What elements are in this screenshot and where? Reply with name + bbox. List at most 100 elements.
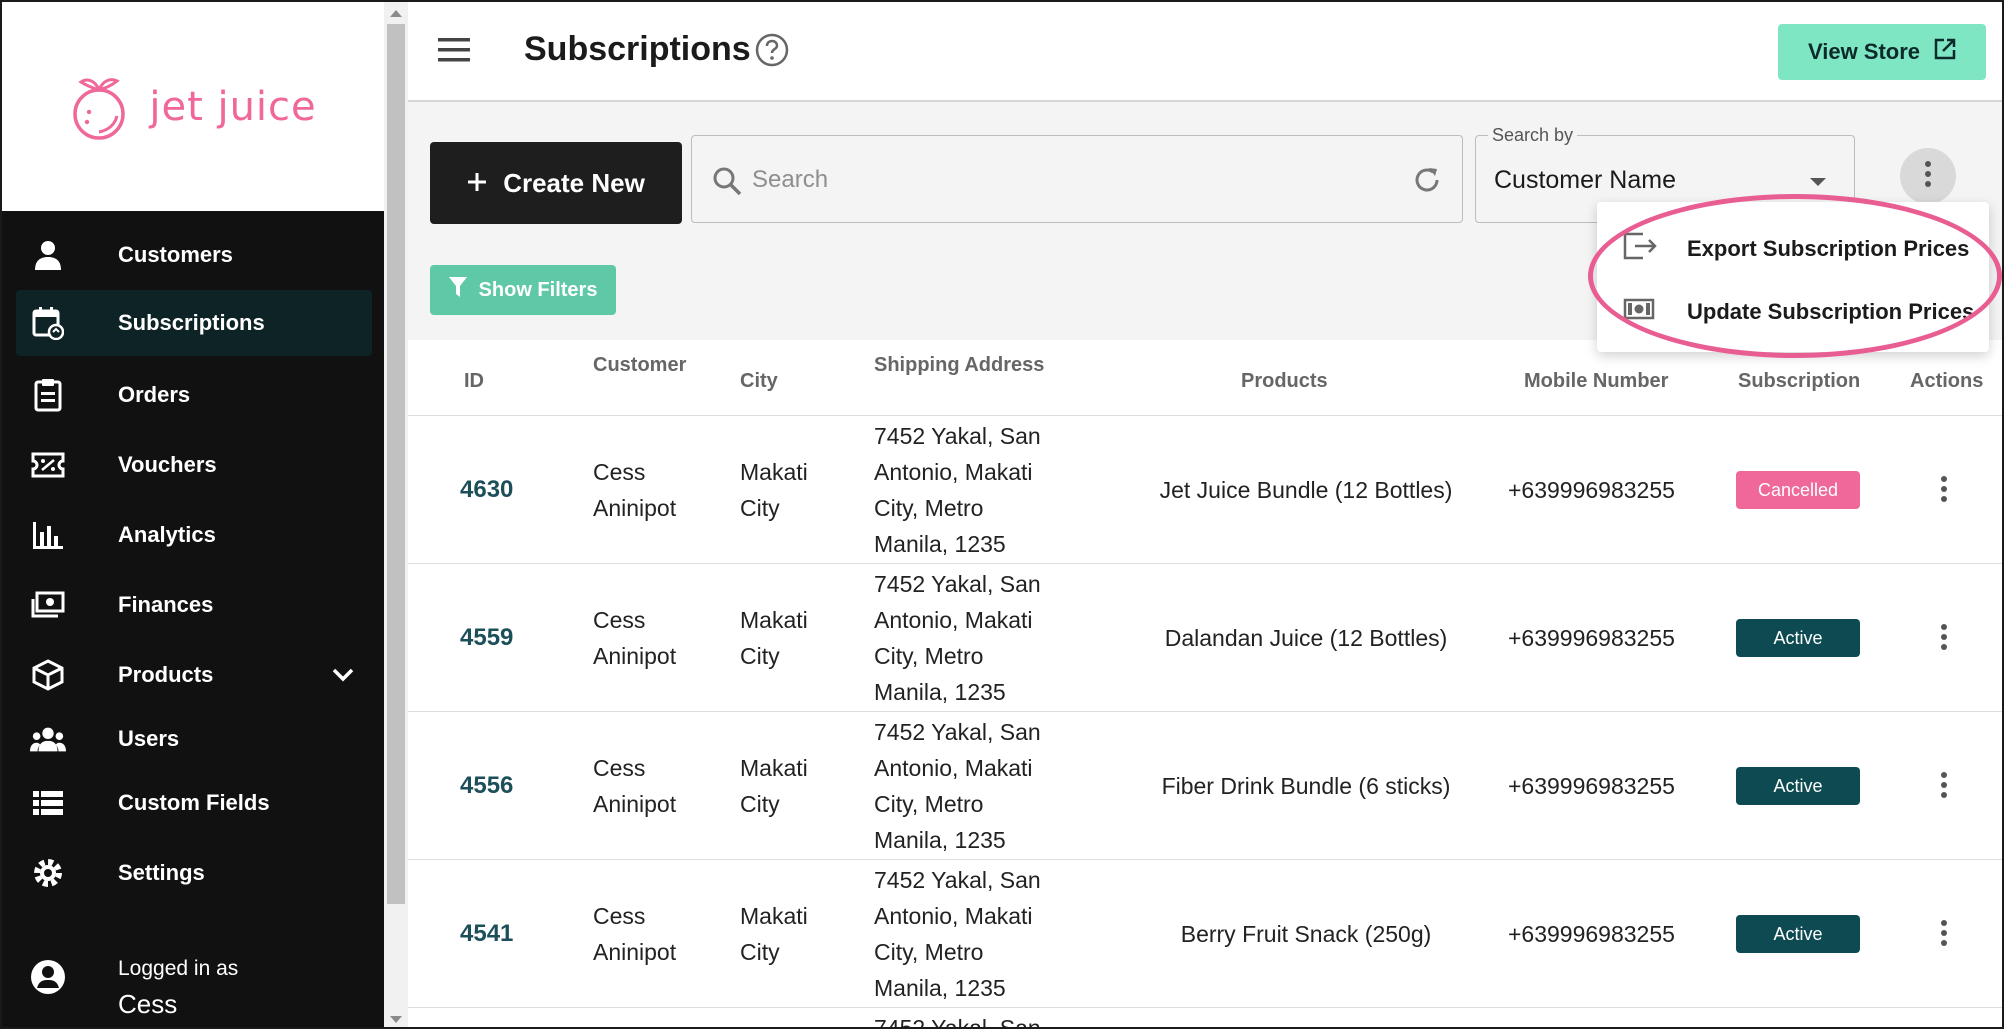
customer-last-name: Aninipot xyxy=(593,643,677,669)
row-actions-kebab-icon[interactable] xyxy=(1940,920,1948,951)
sidebar-item-orders[interactable]: Orders xyxy=(2,360,384,430)
subscription-id-link[interactable]: 4541 xyxy=(460,916,513,952)
external-link-icon xyxy=(1934,38,1956,66)
search-icon xyxy=(712,166,742,201)
city-line-2: City xyxy=(740,939,780,965)
show-filters-label: Show Filters xyxy=(478,278,598,301)
sidebar-item-settings[interactable]: Settings xyxy=(2,838,384,908)
refresh-icon[interactable] xyxy=(1412,165,1442,200)
more-options-button[interactable] xyxy=(1900,148,1956,204)
city-line-1: Makati xyxy=(740,755,808,781)
search-input[interactable] xyxy=(752,160,1392,200)
customer-first-name: Cess xyxy=(593,903,646,929)
logged-in-username: Cess xyxy=(118,989,178,1019)
sidebar-item-analytics[interactable]: Analytics xyxy=(2,500,384,570)
create-new-button[interactable]: Create New xyxy=(430,142,682,224)
sidebar-item-label: Analytics xyxy=(118,522,216,547)
status-badge: Cancelled xyxy=(1736,471,1860,509)
brand-logo[interactable]: jet juice xyxy=(2,2,384,211)
city-line-1: Makati xyxy=(740,459,808,485)
address-line-1: 7452 Yakal, San xyxy=(874,719,1041,745)
column-header-customer[interactable]: Customer xyxy=(593,354,686,377)
customer-last-name: Aninipot xyxy=(593,939,677,965)
filter-icon xyxy=(448,277,467,303)
show-filters-button[interactable]: Show Filters xyxy=(430,265,616,315)
address-line-4: Manila, 1235 xyxy=(874,975,1006,1001)
orange-logo-icon xyxy=(73,77,126,140)
table-row[interactable]: 4630 Cess Aninipot Makati City 7452 Yakal, Sa… xyxy=(408,416,2002,564)
column-header-products[interactable]: Products xyxy=(1241,370,1328,393)
row-actions-kebab-icon[interactable] xyxy=(1940,476,1948,507)
chevron-down-icon[interactable] xyxy=(332,662,354,688)
menu-item-update-prices[interactable]: Update Subscription Prices xyxy=(1597,281,1989,343)
city-line-1: Makati xyxy=(740,903,808,929)
view-store-button[interactable]: View Store xyxy=(1778,24,1986,80)
subscription-id-link[interactable]: 4559 xyxy=(460,620,513,656)
subscription-id-link[interactable]: 4556 xyxy=(460,768,513,804)
mobile-number: +639996983255 xyxy=(1508,921,1675,947)
mobile-number: +639996983255 xyxy=(1508,625,1675,651)
status-badge: Active xyxy=(1736,767,1860,805)
address-line-1: 7452 Yakal, San xyxy=(874,423,1041,449)
logged-in-user[interactable]: Logged in as Cess xyxy=(2,947,384,1027)
sidebar-item-label: Products xyxy=(118,662,214,687)
menu-item-label: Update Subscription Prices xyxy=(1687,299,1975,324)
view-store-label: View Store xyxy=(1807,39,1921,64)
customer-first-name: Cess xyxy=(593,755,646,781)
address-line-4: Manila, 1235 xyxy=(874,531,1006,557)
account-circle-icon xyxy=(30,959,66,1000)
column-header-id[interactable]: ID xyxy=(464,370,484,393)
row-actions-kebab-icon[interactable] xyxy=(1940,772,1948,803)
sidebar-item-finances[interactable]: Finances xyxy=(2,570,384,640)
product-name: Dalandan Juice (12 Bottles) xyxy=(1164,625,1448,651)
group-icon xyxy=(30,721,66,757)
calendar-sync-icon xyxy=(30,305,66,341)
create-new-label: Create New xyxy=(503,167,645,198)
search-field[interactable] xyxy=(691,135,1463,223)
caret-down-icon xyxy=(1810,178,1826,186)
column-header-mobile[interactable]: Mobile Number xyxy=(1524,370,1668,393)
bar-chart-icon xyxy=(30,517,66,553)
table-row-partial[interactable]: 7452 Yakal, San xyxy=(408,1008,2002,1027)
scrollbar-thumb[interactable] xyxy=(387,24,405,904)
address-line-3: City, Metro xyxy=(874,791,984,817)
row-actions-kebab-icon[interactable] xyxy=(1940,624,1948,655)
column-header-actions: Actions xyxy=(1910,370,1984,392)
hamburger-menu-icon[interactable] xyxy=(438,38,470,67)
column-header-address[interactable]: Shipping Address xyxy=(874,354,1044,377)
list-icon xyxy=(30,785,66,821)
product-name: Berry Fruit Snack (250g) xyxy=(1180,921,1432,947)
clipboard-icon xyxy=(30,377,66,413)
sidebar-item-users[interactable]: Users xyxy=(2,710,384,768)
address-line-4: Manila, 1235 xyxy=(874,827,1006,853)
sidebar-item-subscriptions[interactable]: Subscriptions xyxy=(16,290,372,356)
money-icon xyxy=(1623,298,1655,326)
sidebar-item-products[interactable]: Products xyxy=(2,640,384,710)
address-line-2: Antonio, Makati xyxy=(874,607,1033,633)
address-line-1: 7452 Yakal, San xyxy=(874,571,1041,597)
table-row[interactable]: 4559 Cess Aninipot Makati City 7452 Yakal, Sa… xyxy=(408,564,2002,712)
customer-last-name: Aninipot xyxy=(593,495,677,521)
column-header-subscription[interactable]: Subscription xyxy=(1738,370,1860,393)
sidebar: jet juice Customers Subscriptions Orders xyxy=(2,2,384,1027)
scroll-down-arrow-icon[interactable] xyxy=(390,1016,402,1023)
table-row[interactable]: 4556 Cess Aninipot Makati City 7452 Yakal, Sa… xyxy=(408,712,2002,860)
table-row[interactable]: 4541 Cess Aninipot Makati City 7452 Yakal, Sa… xyxy=(408,860,2002,1008)
address-line-1: 7452 Yakal, San xyxy=(874,867,1041,893)
help-circle-icon[interactable] xyxy=(755,33,789,72)
app-window: jet juice Customers Subscriptions Orders xyxy=(0,0,2004,1029)
sidebar-scrollbar[interactable] xyxy=(384,2,408,1027)
menu-item-export-prices[interactable]: Export Subscription Prices xyxy=(1597,218,1989,280)
sidebar-item-vouchers[interactable]: Vouchers xyxy=(2,430,384,500)
column-header-city[interactable]: City xyxy=(740,370,778,393)
city-line-2: City xyxy=(740,643,780,669)
subscription-id-link[interactable]: 4630 xyxy=(460,472,513,508)
sidebar-item-custom-fields[interactable]: Custom Fields xyxy=(2,768,384,838)
voucher-icon xyxy=(30,447,66,483)
sidebar-item-customers[interactable]: Customers xyxy=(2,220,384,290)
address-line-4: Manila, 1235 xyxy=(874,679,1006,705)
address-line-3: City, Metro xyxy=(874,643,984,669)
address-line-3: City, Metro xyxy=(874,495,984,521)
scroll-up-arrow-icon[interactable] xyxy=(390,10,402,17)
logged-in-label: Logged in as xyxy=(118,957,239,980)
